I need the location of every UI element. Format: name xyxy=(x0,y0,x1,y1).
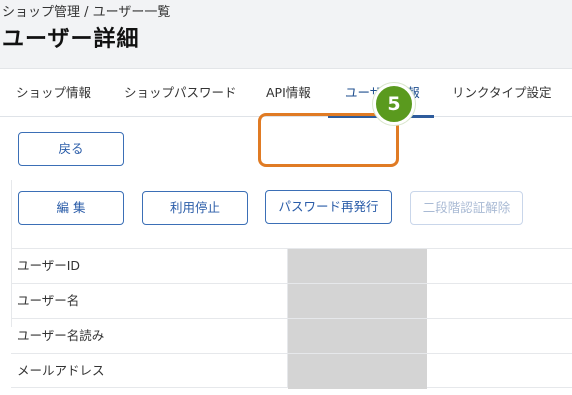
step-badge: 5 xyxy=(373,83,415,125)
table-row: ユーザー名 xyxy=(11,283,572,319)
user-info-table: ユーザーID ユーザー名 ユーザー名読み メールアドレス xyxy=(11,248,572,389)
edit-button[interactable]: 編 集 xyxy=(18,191,124,225)
user-name-reading-label: ユーザー名読み xyxy=(11,319,288,353)
tab-shop-password[interactable]: ショップパスワード xyxy=(124,69,237,117)
breadcrumb: ショップ管理 / ユーザー一覧 xyxy=(2,5,171,20)
user-name-value-masked xyxy=(288,284,427,319)
disable-2fa-button[interactable]: 二段階認証解除 xyxy=(410,191,523,225)
user-id-value-masked xyxy=(288,249,427,284)
tab-api-info[interactable]: API情報 xyxy=(266,69,311,117)
tab-bar: ショップ情報 ショップパスワード API情報 ユーザー情報 リンクタイプ設定 xyxy=(0,69,572,118)
reissue-password-button[interactable]: パスワード再発行 xyxy=(265,190,392,224)
tab-link-type-settings[interactable]: リンクタイプ設定 xyxy=(452,69,552,117)
table-row: ユーザー名読み xyxy=(11,318,572,354)
user-id-label: ユーザーID xyxy=(11,249,288,283)
email-label: メールアドレス xyxy=(11,354,288,388)
page-title: ユーザー詳細 xyxy=(2,27,140,52)
user-name-reading-value-masked xyxy=(288,319,427,354)
email-value-masked xyxy=(288,354,427,389)
back-button[interactable]: 戻る xyxy=(18,132,124,166)
tab-shop-info[interactable]: ショップ情報 xyxy=(16,69,91,117)
suspend-button[interactable]: 利用停止 xyxy=(142,191,248,225)
user-name-label: ユーザー名 xyxy=(11,284,288,318)
table-row: メールアドレス xyxy=(11,353,572,389)
table-row: ユーザーID xyxy=(11,248,572,284)
highlight-box xyxy=(258,113,399,167)
